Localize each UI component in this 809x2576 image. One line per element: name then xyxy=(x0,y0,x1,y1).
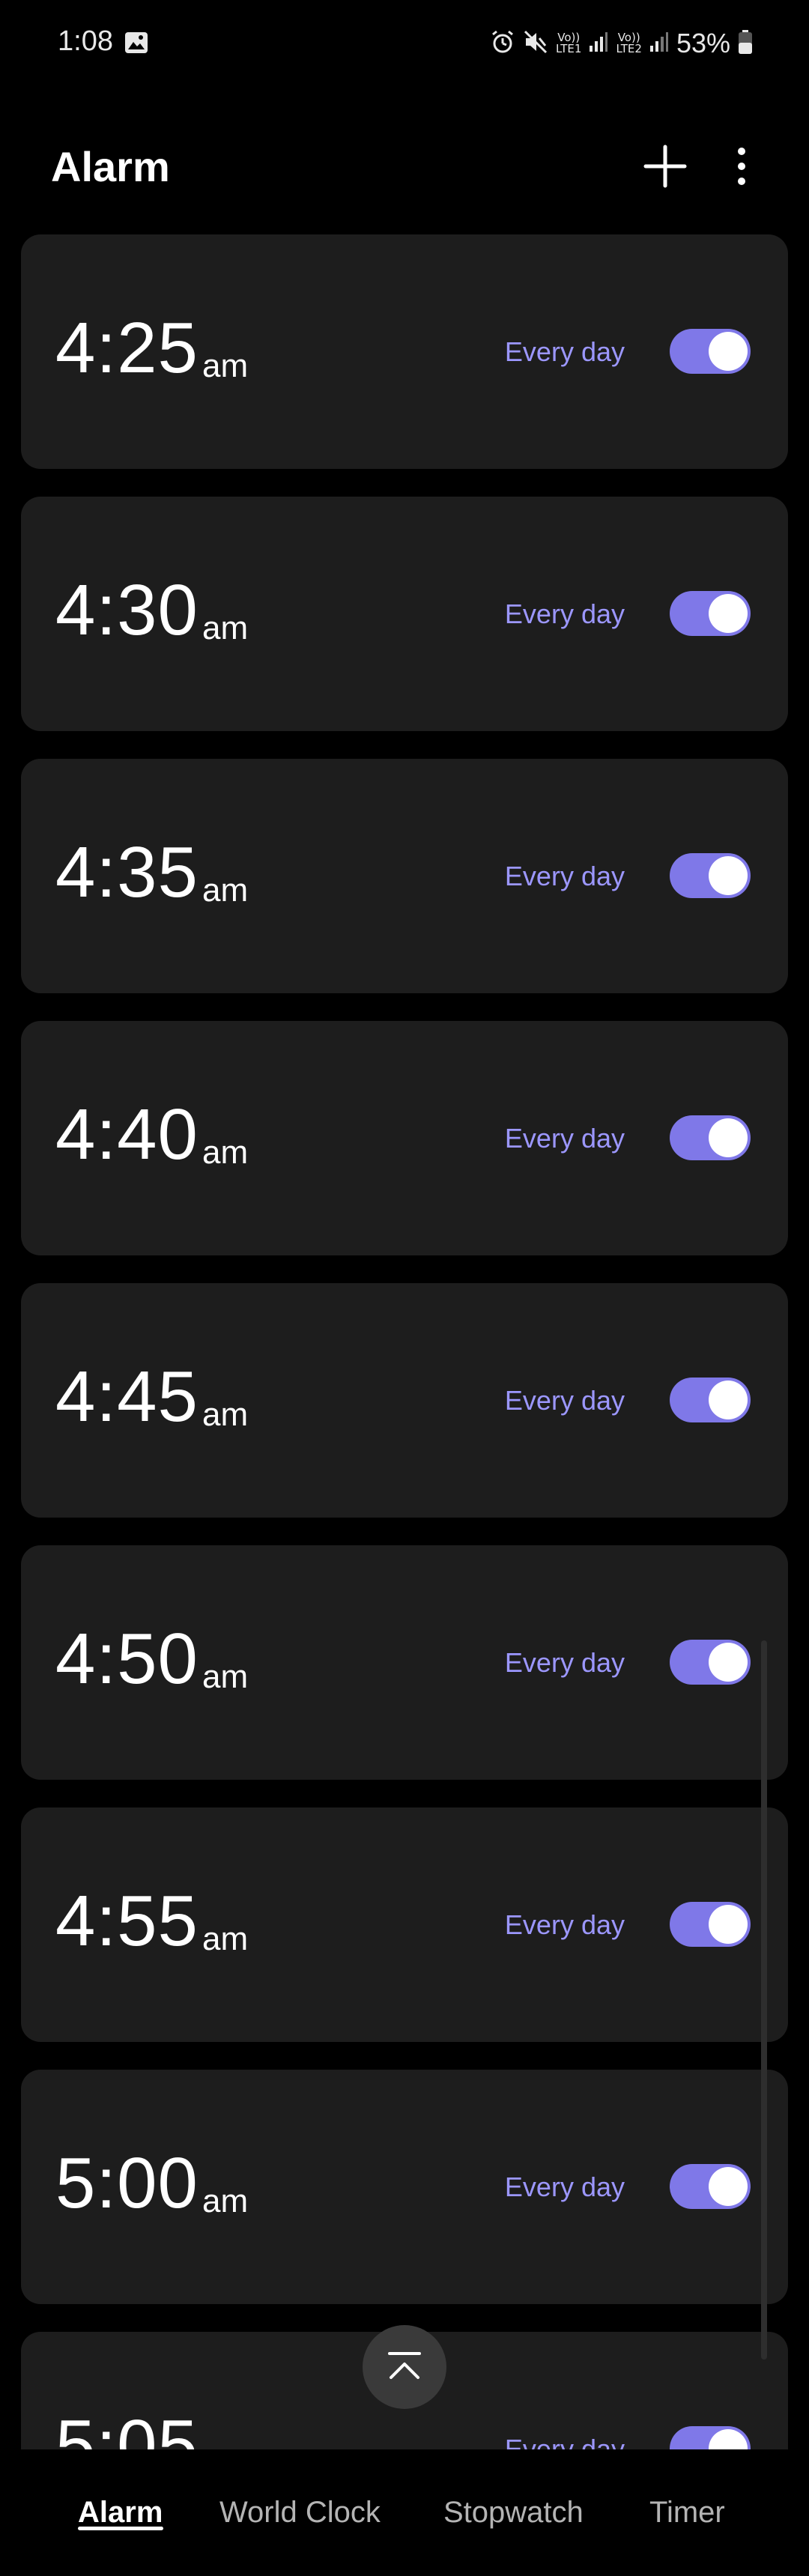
alarm-time: 4:45 xyxy=(55,1357,199,1437)
alarm-card[interactable]: 4:50 am Every day xyxy=(21,1545,788,1780)
alarm-repeat-label: Every day xyxy=(504,2172,625,2202)
toggle-knob xyxy=(709,1905,748,1944)
alarm-ampm: am xyxy=(202,610,249,646)
scroll-to-top-button[interactable] xyxy=(363,2325,446,2409)
status-icons: Vo)) LTE1 Vo)) LTE2 53% xyxy=(490,25,753,61)
alarm-toggle[interactable] xyxy=(670,591,751,636)
alarm-card[interactable]: 4:45 am Every day xyxy=(21,1283,788,1518)
more-options-button[interactable] xyxy=(724,142,760,190)
tab-timer[interactable]: Timer xyxy=(649,2496,725,2530)
plus-icon xyxy=(643,145,687,188)
page-title: Alarm xyxy=(51,143,170,190)
toggle-knob xyxy=(709,1118,748,1157)
alarm-toggle[interactable] xyxy=(670,2426,751,2449)
alarm-list[interactable]: 4:25 am Every day 4:30 am Every day 4:35 am Ever… xyxy=(21,234,788,2449)
sim1-lte-label: LTE1 xyxy=(555,42,582,55)
toggle-knob xyxy=(709,1643,748,1682)
alarm-time: 4:40 xyxy=(55,1094,199,1175)
scrollbar[interactable] xyxy=(761,1640,767,2360)
alarm-time: 5:00 xyxy=(55,2143,199,2223)
alarm-toggle[interactable] xyxy=(670,853,751,898)
image-icon xyxy=(124,31,148,54)
alarm-toggle[interactable] xyxy=(670,1640,751,1685)
alarm-repeat-label: Every day xyxy=(504,336,625,367)
alarm-toggle[interactable] xyxy=(670,2164,751,2209)
alarm-ampm: am xyxy=(202,872,249,909)
status-bar: 1:08 Vo)) LTE1 Vo)) LTE2 53% xyxy=(0,0,809,90)
sim2-volte-indicator: Vo)) LTE2 xyxy=(616,32,641,55)
alarm-ampm: am xyxy=(202,1658,249,1695)
alarm-card[interactable]: 4:35 am Every day xyxy=(21,759,788,993)
toggle-knob xyxy=(709,1381,748,1419)
toggle-knob xyxy=(709,594,748,633)
signal-strength-icon xyxy=(589,31,608,57)
alarm-repeat-label: Every day xyxy=(504,861,625,891)
signal-strength-icon xyxy=(649,31,669,57)
alarm-toggle[interactable] xyxy=(670,329,751,374)
alarm-card[interactable]: 5:00 am Every day xyxy=(21,2070,788,2304)
alarm-repeat-label: Every day xyxy=(504,1123,625,1154)
alarm-time: 4:25 xyxy=(55,308,199,388)
alarm-clock-icon xyxy=(490,29,515,58)
alarm-time: 4:50 xyxy=(55,1619,199,1699)
alarm-ampm: am xyxy=(202,1921,249,1957)
alarm-card[interactable]: 4:30 am Every day xyxy=(21,497,788,731)
alarm-ampm: am xyxy=(202,1396,249,1433)
sim1-volte-indicator: Vo)) LTE1 xyxy=(556,32,581,55)
alarm-toggle[interactable] xyxy=(670,1378,751,1422)
alarm-card[interactable]: 4:40 am Every day xyxy=(21,1021,788,1255)
alarm-ampm: am xyxy=(202,348,249,384)
status-time: 1:08 xyxy=(58,25,113,57)
alarm-repeat-label: Every day xyxy=(504,1909,625,1940)
alarm-time: 4:55 xyxy=(55,1881,199,1961)
alarm-toggle[interactable] xyxy=(670,1902,751,1947)
toggle-knob xyxy=(709,2429,748,2449)
add-alarm-button[interactable] xyxy=(641,142,689,190)
alarm-time: 4:35 xyxy=(55,832,199,912)
alarm-repeat-label: Every day xyxy=(504,598,625,629)
toggle-knob xyxy=(709,2167,748,2206)
volume-mute-icon xyxy=(523,29,548,58)
battery-icon xyxy=(738,29,753,58)
alarm-repeat-label: Every day xyxy=(504,1647,625,1678)
alarm-time: 5:05 xyxy=(55,2405,199,2450)
toggle-knob xyxy=(709,332,748,371)
tab-alarm[interactable]: Alarm xyxy=(78,2496,163,2530)
toggle-knob xyxy=(709,856,748,895)
tab-world-clock[interactable]: World Clock xyxy=(219,2496,381,2530)
alarm-ampm: am xyxy=(202,1134,249,1171)
active-tab-indicator xyxy=(78,2527,163,2530)
alarm-toggle[interactable] xyxy=(670,1115,751,1160)
alarm-repeat-label: Every day xyxy=(504,2434,625,2450)
alarm-card[interactable]: 4:25 am Every day xyxy=(21,234,788,469)
chevron-up-to-top-icon xyxy=(388,2352,421,2379)
bottom-navigation: Alarm World Clock Stopwatch Timer xyxy=(0,2449,809,2576)
alarm-ampm: am xyxy=(202,2183,249,2219)
alarm-card[interactable]: 4:55 am Every day xyxy=(21,1807,788,2042)
alarm-repeat-label: Every day xyxy=(504,1385,625,1416)
battery-percent: 53% xyxy=(676,28,730,58)
tab-stopwatch[interactable]: Stopwatch xyxy=(443,2496,584,2530)
alarm-time: 4:30 xyxy=(55,570,199,650)
sim2-lte-label: LTE2 xyxy=(616,42,642,55)
more-vertical-icon xyxy=(738,148,745,185)
